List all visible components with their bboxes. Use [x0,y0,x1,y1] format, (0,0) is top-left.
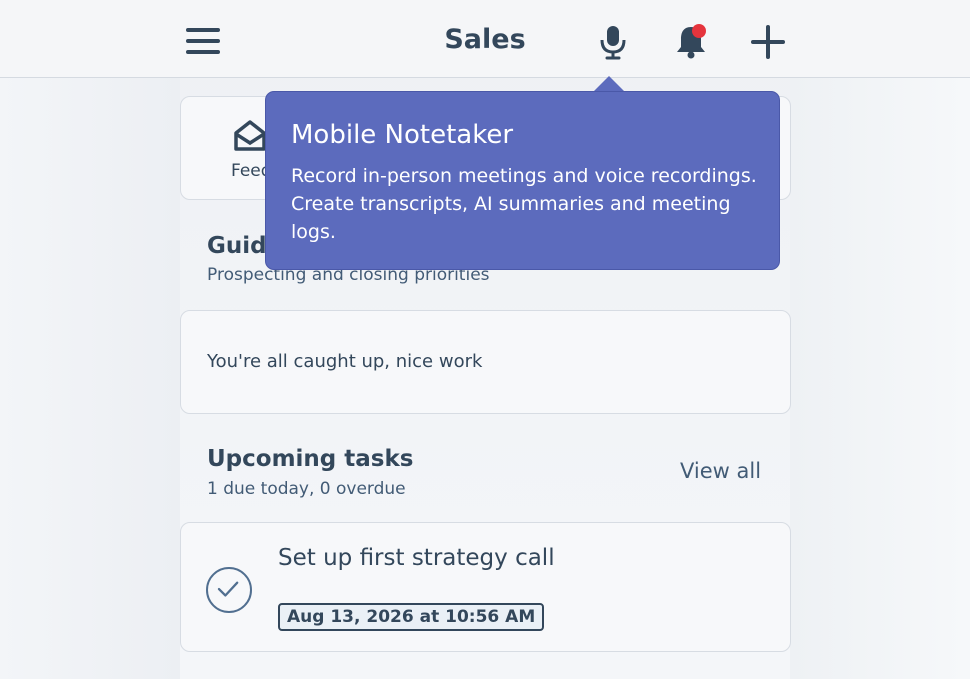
hamburger-icon[interactable] [186,28,220,54]
task-title[interactable]: Set up first strategy call [278,545,555,571]
notification-dot [692,24,706,38]
mobile-notetaker-tooltip[interactable]: Mobile Notetaker Record in-person meetin… [265,91,780,270]
upcoming-tasks-subtitle: 1 due today, 0 overdue [207,479,406,499]
task-due-date: Aug 13, 2026 at 10:56 AM [278,603,545,631]
tooltip-arrow [593,76,625,92]
task-complete-checkbox[interactable] [206,567,252,613]
checkmark-icon [217,581,239,597]
right-backdrop [790,78,970,679]
tooltip-body: Record in-person meetings and voice reco… [291,165,757,243]
left-backdrop [0,78,180,679]
caught-up-message: You're all caught up, nice work [207,351,483,372]
feed-icon [234,120,266,151]
page-title: Sales [444,24,526,55]
microphone-icon[interactable] [598,24,628,60]
top-bar: Sales [0,0,970,78]
plus-icon[interactable] [750,24,786,60]
tooltip-title: Mobile Notetaker [291,120,514,150]
task-card[interactable]: Set up first strategy call Aug 13, 2026 … [180,522,791,652]
caught-up-card: You're all caught up, nice work [180,310,791,414]
view-all-link[interactable]: View all [680,459,761,483]
bell-icon[interactable] [672,22,710,60]
upcoming-tasks-title: Upcoming tasks [207,446,414,472]
